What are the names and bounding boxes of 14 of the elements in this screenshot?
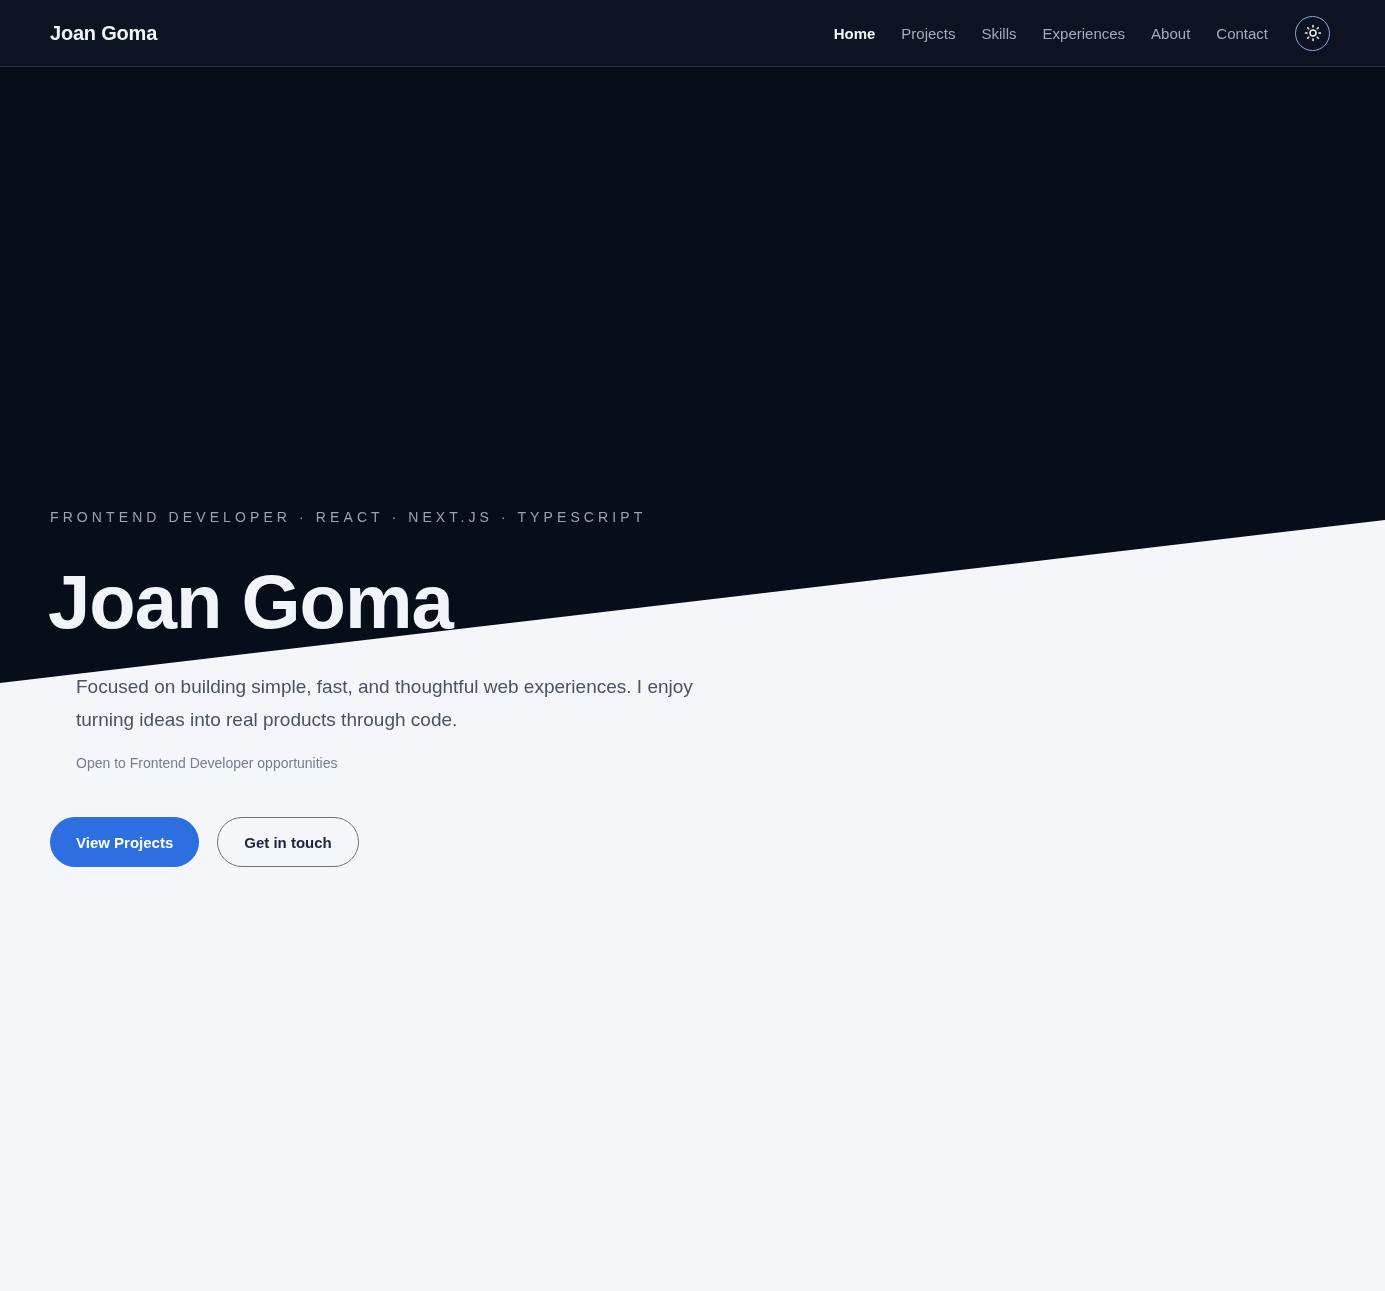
nav-link[interactable]: Contact [1216,24,1268,42]
nav-link[interactable]: Projects [901,24,956,42]
role-tagline: FRONTEND DEVELOPER · REACT · NEXT.JS · TYPESCRIPT [50,508,647,527]
nav-link[interactable]: Experiences [1042,24,1126,42]
intro-paragraph: Focused on building simple, fast, and thoughtful web experiences. I enjoy turning ideas into real products through code. [76,675,694,732]
hero-title: Joan Goma [48,560,453,644]
view-projects-button[interactable]: View Projects [50,817,200,867]
nav-link[interactable]: Skills [981,24,1017,42]
nav-link[interactable]: About [1151,24,1191,42]
sun-icon [1303,24,1322,42]
contact-button[interactable]: Get in touch [217,817,359,867]
nav-link[interactable]: Home [833,24,876,42]
availability-note: Open to Frontend Developer opportunities [76,754,338,773]
brand-name[interactable]: Joan Goma [50,21,158,45]
